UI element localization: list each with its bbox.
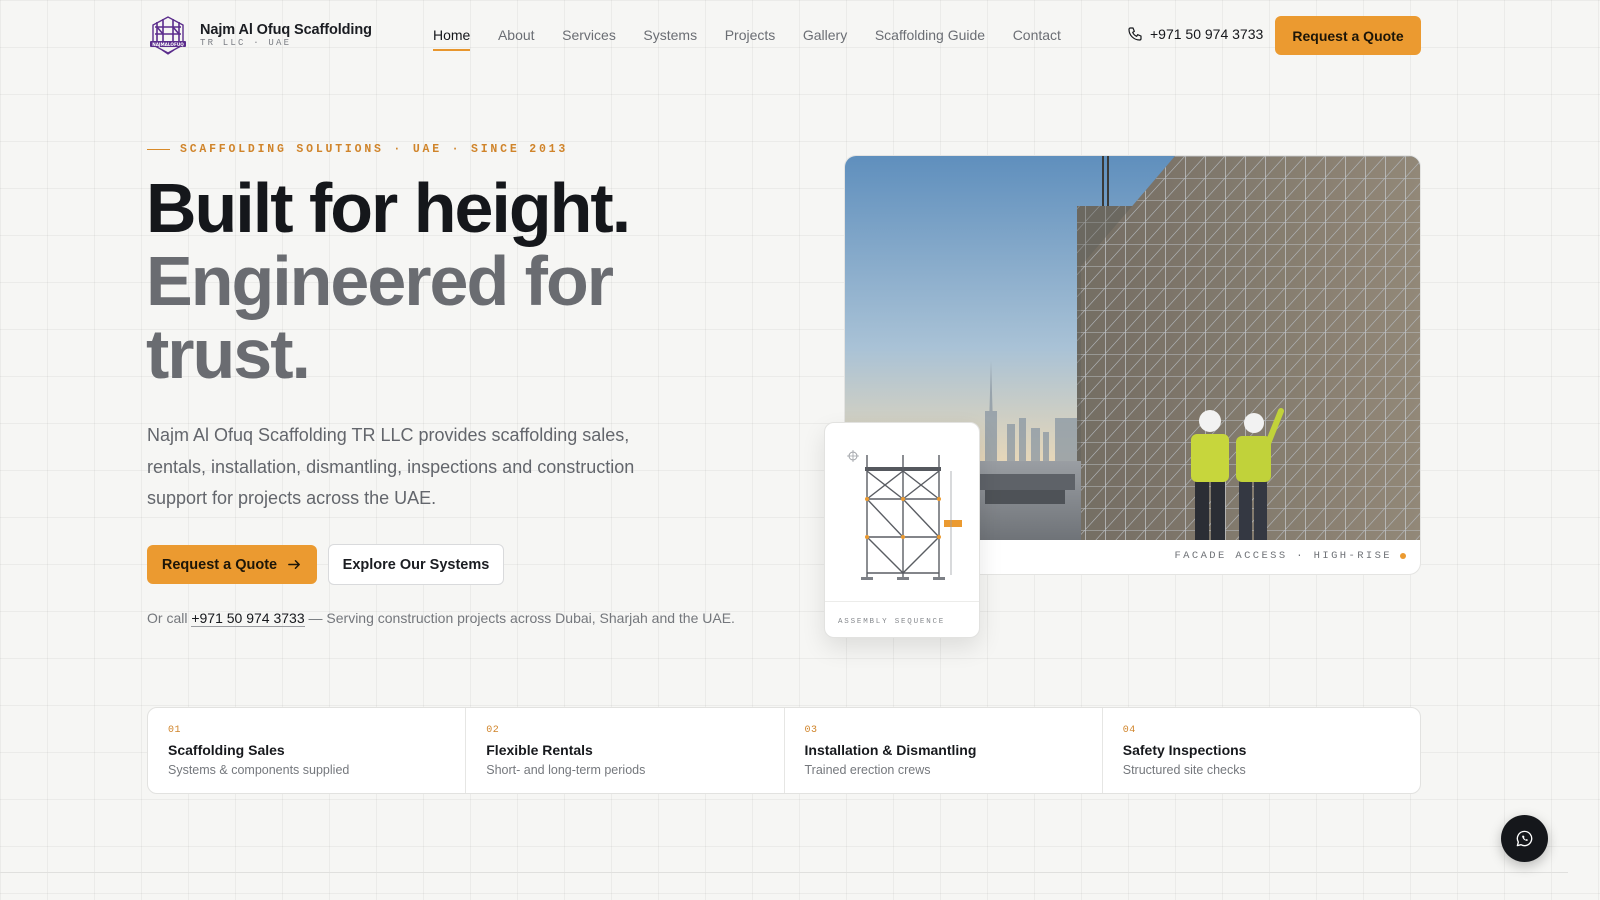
diagram-divider <box>825 601 979 602</box>
feature-subtitle: Short- and long-term periods <box>486 763 646 777</box>
feature-number: 02 <box>486 725 500 736</box>
hero-call-line: Or call +971 50 974 3733 — Serving const… <box>147 610 735 627</box>
hero-request-quote-button[interactable]: Request a Quote <box>147 545 317 584</box>
hero-headline: Built for height. Engineered for trust. <box>146 169 631 393</box>
nav-item-scaffolding-guide[interactable]: Scaffolding Guide <box>875 27 985 49</box>
feature-number: 04 <box>1122 725 1136 736</box>
hero-eyebrow: SCAFFOLDING SOLUTIONS · UAE · SINCE 2013 <box>147 143 568 156</box>
nav-item-systems[interactable]: Systems <box>643 27 697 49</box>
feature-title: Flexible Rentals <box>486 742 593 758</box>
feature-title: Safety Inspections <box>1122 742 1247 758</box>
feature-card[interactable]: 01 Scaffolding Sales Systems & component… <box>148 708 467 793</box>
brand-name[interactable]: Najm Al Ofuq Scaffolding <box>200 22 372 38</box>
hero-eyebrow-text: SCAFFOLDING SOLUTIONS · UAE · SINCE 2013 <box>180 143 569 156</box>
hero-headline-line-3: trust. <box>146 315 311 393</box>
scaffold-frame-diagram <box>847 450 962 580</box>
whatsapp-icon <box>1516 830 1533 847</box>
arrow-right-icon <box>288 560 301 569</box>
hero-headline-line-1: Built for height. <box>146 169 631 247</box>
feature-number: 03 <box>804 725 818 736</box>
section-divider <box>0 872 1568 873</box>
feature-card[interactable]: 03 Installation & Dismantling Trained er… <box>785 708 1103 793</box>
photo-caption-text: FACADE ACCESS · HIGH-RISE <box>1174 550 1392 562</box>
nav-item-gallery[interactable]: Gallery <box>803 27 847 49</box>
whatsapp-chat-button[interactable] <box>1501 815 1548 862</box>
feature-subtitle: Trained erection crews <box>804 763 931 777</box>
feature-title: Scaffolding Sales <box>168 742 285 758</box>
caption-dot <box>1400 553 1406 559</box>
feature-number: 01 <box>168 725 182 736</box>
header-request-quote-button[interactable]: Request a Quote <box>1275 16 1421 55</box>
nav-item-contact[interactable]: Contact <box>1013 27 1061 49</box>
feature-card[interactable]: 04 Safety Inspections Structured site ch… <box>1103 708 1420 793</box>
photo-caption: FACADE ACCESS · HIGH-RISE <box>1174 550 1406 562</box>
nav-item-projects[interactable]: Projects <box>725 27 776 49</box>
assembly-diagram-card: ASSEMBLY SEQUENCE <box>824 422 980 638</box>
feature-card[interactable]: 02 Flexible Rentals Short- and long-term… <box>466 708 785 793</box>
header-phone-number: +971 50 974 3733 <box>1150 26 1264 42</box>
call-prefix: Or call <box>147 610 188 626</box>
brand-subtitle: TR LLC · UAE <box>200 38 292 48</box>
services-strip: 01 Scaffolding Sales Systems & component… <box>147 707 1421 794</box>
call-number-link[interactable]: +971 50 974 3733 <box>191 610 305 627</box>
feature-subtitle: Structured site checks <box>1122 763 1246 777</box>
feature-subtitle: Systems & components supplied <box>168 763 350 777</box>
hero-headline-line-2: Engineered for <box>146 242 614 320</box>
header-phone-link[interactable]: +971 50 974 3733 <box>1127 26 1263 42</box>
nav-item-home[interactable]: Home <box>433 27 471 51</box>
logo-wordmark: NAJMALOFUQ <box>152 42 184 47</box>
diagram-caption: ASSEMBLY SEQUENCE <box>838 618 946 626</box>
nav-item-services[interactable]: Services <box>562 27 616 49</box>
eyebrow-rule <box>147 148 170 151</box>
nav-item-about[interactable]: About <box>498 27 535 49</box>
hero-request-quote-label: Request a Quote <box>161 556 278 573</box>
brand-logo[interactable]: NAJMALOFUQ <box>147 13 189 57</box>
crosshair-icon <box>847 450 859 462</box>
main-nav: Home About Services Systems Projects Gal… <box>433 27 1089 51</box>
phone-icon <box>1128 27 1142 41</box>
feature-title: Installation & Dismantling <box>804 742 977 758</box>
call-suffix: — Serving construction projects across D… <box>308 610 735 626</box>
explore-systems-button[interactable]: Explore Our Systems <box>328 544 504 585</box>
hero-lead: Najm Al Ofuq Scaffolding TR LLC provides… <box>147 425 635 508</box>
